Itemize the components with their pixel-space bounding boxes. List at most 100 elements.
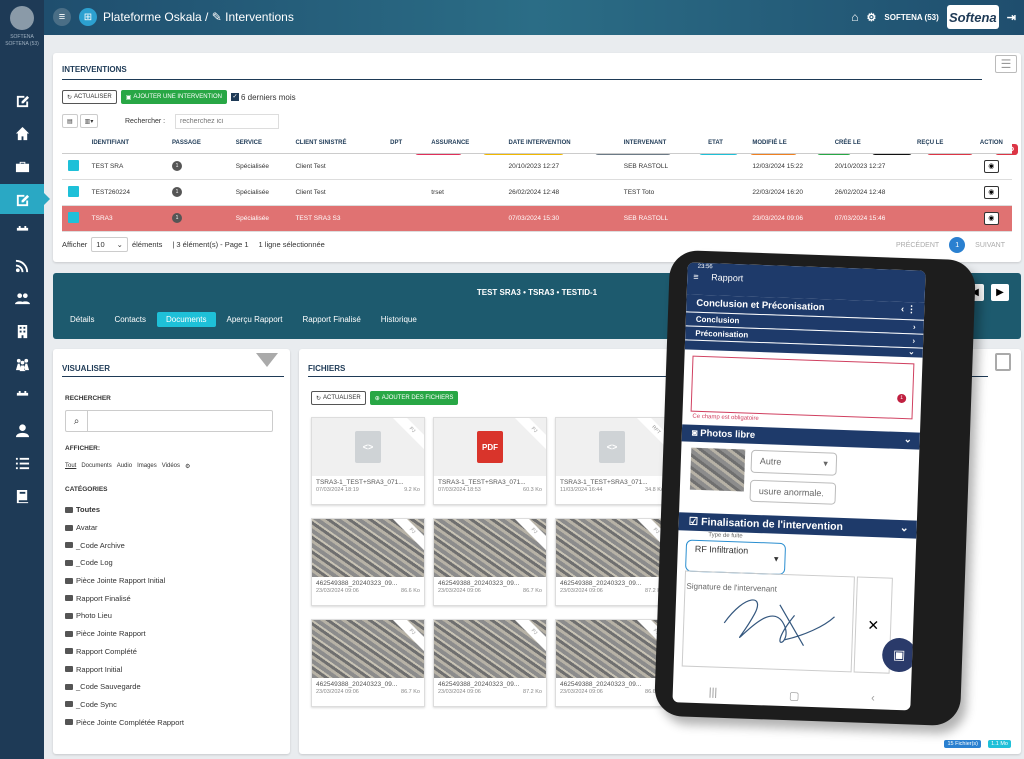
sidebar-item-calendar[interactable] [0, 217, 44, 247]
row-checkbox[interactable] [68, 211, 79, 223]
export-button[interactable]: ▤ [62, 114, 78, 128]
files-search-field[interactable]: ⌕ [65, 410, 273, 432]
sidebar-item-list[interactable] [0, 448, 44, 478]
view-button[interactable]: ◉ [983, 185, 999, 199]
table-row[interactable]: TSRA3 1 Spécialisée TEST SRA3 S3 07/03/2024 … [62, 205, 1012, 232]
home-icon[interactable]: ⌂ [851, 10, 858, 24]
photo-comment-field[interactable]: usure anormale. [749, 479, 837, 505]
tab-4[interactable]: Rapport Finalisé [294, 312, 370, 327]
column-header[interactable]: CRÉE LE [828, 134, 912, 154]
signature-pad[interactable] [681, 570, 855, 673]
tab-5[interactable]: Historique [372, 312, 426, 327]
sidebar-item-book[interactable] [0, 481, 44, 511]
category-item[interactable]: Pièce Jointe Rapport [65, 625, 184, 643]
leak-type-select[interactable]: RF Infiltration ▾ [685, 539, 787, 576]
recent-apps-icon[interactable]: ||| [708, 686, 717, 698]
photo-category-select[interactable]: Autre ▾ [750, 449, 838, 476]
column-header[interactable]: DATE INTERVENTION [502, 134, 618, 154]
category-item[interactable]: Rapport Finalisé [65, 589, 184, 607]
sidebar-item-toolbox[interactable] [0, 151, 44, 181]
sidebar-item-feed[interactable] [0, 250, 44, 280]
category-item[interactable]: Pièce Jointe Rapport Initial [65, 572, 184, 590]
category-item[interactable]: Avatar [65, 519, 184, 537]
sidebar-item-users[interactable] [0, 283, 44, 313]
column-header[interactable]: ASSURANCE [425, 134, 503, 154]
file-card[interactable]: <> RPT TSRA3-1_TEST+SRA3_071... 11/03/2024 … [555, 417, 669, 505]
row-checkbox[interactable] [68, 185, 79, 197]
copy-icon[interactable] [995, 353, 1011, 371]
type-filter[interactable]: Audio [117, 463, 132, 470]
row-select-cell[interactable] [62, 179, 86, 206]
column-header[interactable]: DPT [384, 134, 426, 154]
category-item[interactable]: _Code Sauvegarde [65, 678, 184, 696]
type-filter[interactable]: Documents [81, 463, 111, 470]
hamburger-icon[interactable]: ≡ [693, 272, 699, 282]
table-row[interactable]: TEST SRA 1 Spécialisée Client Test 20/10/202… [62, 153, 1012, 180]
category-item[interactable]: _Code Log [65, 554, 184, 572]
gear-icon[interactable]: ⚙ [185, 463, 190, 470]
file-card[interactable]: PJ 462549388_20240323_09...23/03/2024 09:… [311, 619, 425, 707]
preconisation-textarea[interactable]: 1 [690, 355, 915, 420]
column-header[interactable]: PASSAGE [165, 134, 230, 154]
tab-2[interactable]: Documents [157, 312, 216, 327]
checkbox-icon[interactable]: ✓ [230, 93, 239, 101]
column-header[interactable]: ETAT [702, 134, 747, 154]
column-header[interactable]: MODIFIÉ LE [746, 134, 829, 154]
row-select-cell[interactable] [62, 153, 86, 180]
search-input[interactable] [175, 114, 279, 129]
back-icon[interactable]: ‹ [871, 692, 875, 704]
column-header[interactable]: ACTION [970, 134, 1012, 154]
column-header[interactable]: REÇU LE [911, 134, 971, 154]
column-header[interactable]: CLIENT SINISTRÉ [289, 134, 385, 154]
page-size-select[interactable]: 10 ⌄ [91, 237, 128, 252]
table-row[interactable]: TEST260224 1 Spécialisée Client Test trset 26… [62, 179, 1012, 206]
type-filter[interactable]: Images [137, 463, 157, 470]
row-checkbox[interactable] [68, 159, 79, 171]
column-header[interactable]: IDENTIFIANT [85, 134, 166, 154]
logout-icon[interactable]: ⇥ [1007, 11, 1016, 24]
tab-0[interactable]: Détails [61, 312, 103, 327]
file-card[interactable]: <> PJ TSRA3-1_TEST+SRA3_071... 07/03/2024 1… [311, 417, 425, 505]
sidebar-item-profile[interactable] [0, 415, 44, 445]
sidebar-item-edit[interactable] [0, 85, 44, 115]
category-item[interactable]: Rapport Complété [65, 643, 184, 661]
type-filter[interactable]: Vidéos [162, 463, 180, 470]
sidebar-item-planning[interactable] [0, 382, 44, 412]
add-intervention-button[interactable]: ▣ AJOUTER UNE INTERVENTION [120, 90, 227, 104]
gear-icon[interactable]: ⚙ [867, 11, 877, 24]
columns-button[interactable]: ▥▾ [79, 114, 99, 128]
user-avatar[interactable] [10, 6, 34, 30]
file-card[interactable]: PDF PJ TSRA3-1_TEST+SRA3_071... 07/03/2024 … [433, 417, 547, 505]
tab-1[interactable]: Contacts [105, 312, 155, 327]
type-filter[interactable]: Tout [65, 463, 76, 470]
breadcrumb-app[interactable]: Plateforme Oskala [103, 10, 202, 24]
category-item[interactable]: Photo Lieu [65, 607, 184, 625]
category-item[interactable]: Toutes [65, 501, 184, 519]
view-button[interactable]: ◉ [983, 211, 999, 225]
home-nav-icon[interactable]: ▢ [789, 689, 800, 702]
filter-icon[interactable] [256, 353, 278, 367]
category-item[interactable]: Rapport Initial [65, 660, 184, 678]
category-item[interactable]: _Code Sync [65, 696, 184, 714]
file-card[interactable]: PJ 462549388_20240323_09...23/03/2024 09:… [555, 518, 669, 606]
sidebar-item-home[interactable] [0, 118, 44, 148]
apps-button[interactable]: ⊞ [79, 8, 97, 26]
sidebar-item-team[interactable] [0, 349, 44, 379]
category-item[interactable]: Pièce Jointe Complétée Rapport [65, 713, 184, 731]
file-card[interactable]: PJ 462549388_20240323_09...23/03/2024 09:… [433, 619, 547, 707]
files-refresh-button[interactable]: ↻ ACTUALISER [311, 391, 366, 405]
prev-page-button[interactable]: PRÉCÉDENT [896, 242, 939, 249]
refresh-button[interactable]: ↻ ACTUALISER [62, 90, 117, 104]
file-card[interactable]: PJ 462549388_20240323_09...23/03/2024 09:… [555, 619, 669, 707]
row-select-cell[interactable] [62, 205, 86, 232]
tab-3[interactable]: Aperçu Rapport [218, 312, 292, 327]
menu-toggle-button[interactable]: ≡ [53, 8, 71, 26]
next-page-button[interactable]: SUIVANT [975, 242, 1005, 249]
next-intervention-button[interactable]: ▶ [991, 284, 1009, 301]
sidebar-item-building[interactable] [0, 316, 44, 346]
column-header[interactable]: SERVICE [229, 134, 290, 154]
add-files-button[interactable]: ⊕ AJOUTER DES FICHIERS [369, 391, 459, 405]
table-layout-icon[interactable]: ☰ [995, 55, 1017, 73]
save-fab-button[interactable]: ▣ [881, 637, 917, 673]
file-card[interactable]: PJ 462549388_20240323_09...23/03/2024 09:… [311, 518, 425, 606]
